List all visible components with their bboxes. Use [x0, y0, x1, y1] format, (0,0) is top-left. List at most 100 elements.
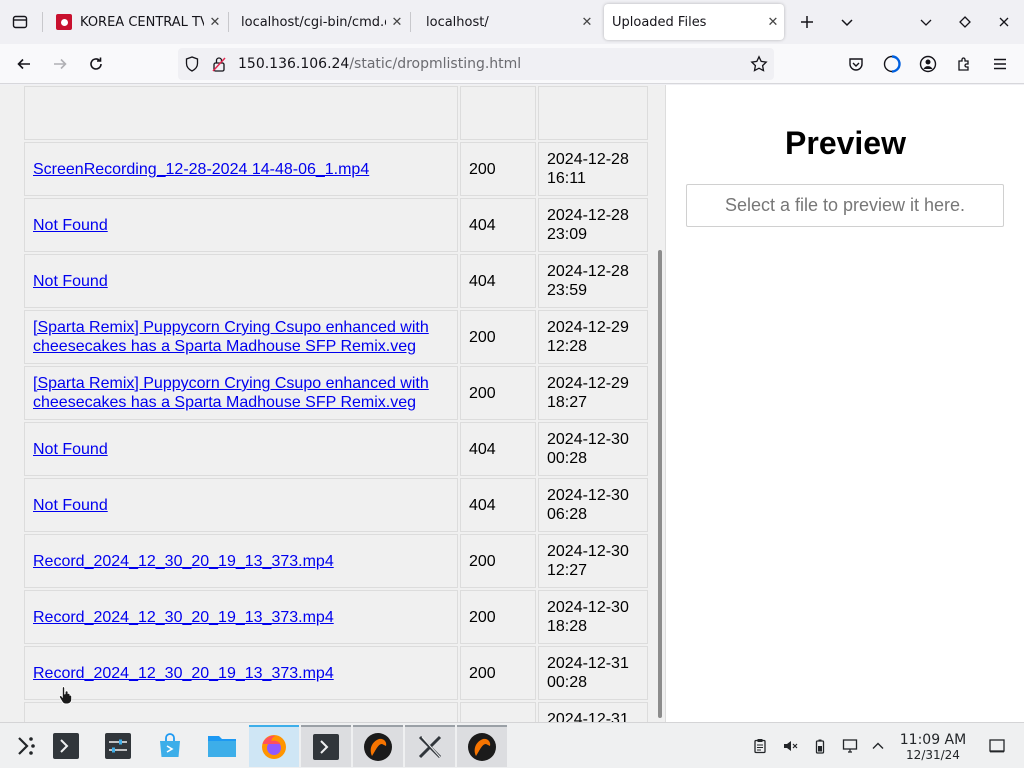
file-name-cell: Record_2024_12_30_20_19_13_373.mp4	[24, 646, 458, 700]
timestamp-cell: 2024-12-30 12:27	[538, 534, 648, 588]
timestamp-time: 16:11	[547, 170, 586, 187]
digital-clock[interactable]: 11:09 AM 12/31/24	[894, 732, 972, 762]
close-icon[interactable]: ✕	[386, 15, 408, 30]
task-firefox[interactable]	[249, 725, 299, 767]
file-link[interactable]: [Sparta Remix] Puppycorn Crying Csupo en…	[33, 375, 429, 411]
window-minimize-button[interactable]	[914, 10, 938, 34]
network-wired-icon[interactable]	[840, 736, 860, 756]
tab-localhost[interactable]: localhost/ ✕	[418, 4, 598, 40]
hamburger-menu-icon	[994, 58, 1006, 70]
timestamp-time: 12:28	[547, 338, 588, 355]
file-link[interactable]: Not Found	[33, 217, 108, 234]
battery-icon[interactable]	[810, 736, 830, 756]
extension-button[interactable]	[880, 52, 904, 76]
close-icon[interactable]: ✕	[576, 15, 598, 30]
table-row: ScreenRecording_12-28-2024 14-48-06_1.mp…	[24, 142, 648, 196]
clipboard-icon[interactable]	[750, 736, 770, 756]
timestamp-date: 2024-12-31	[547, 711, 629, 722]
arrow-left-icon	[17, 58, 30, 70]
orange-crescent-app-icon	[364, 733, 392, 761]
scrollbar[interactable]	[654, 85, 665, 722]
file-name-cell: Not Found	[24, 422, 458, 476]
new-tab-button[interactable]	[795, 10, 819, 34]
back-button[interactable]	[12, 52, 36, 76]
tab-cmd[interactable]: localhost/cgi-bin/cmd.c ✕	[234, 4, 408, 40]
file-link[interactable]: Record_2024_12_30_20_19_13_373.mp4	[33, 553, 334, 570]
task-system-settings[interactable]	[93, 725, 143, 767]
table-row: Not Found 404 2024-12-30 00:28	[24, 422, 648, 476]
file-list-pane[interactable]: ScreenRecording_12-28-2024 14-48-06_1.mp…	[0, 85, 666, 722]
task-terminal[interactable]	[41, 725, 91, 767]
preview-placeholder: Select a file to preview it here.	[686, 184, 1004, 227]
window-maximize-button[interactable]	[953, 10, 977, 34]
file-link[interactable]: Not Found	[33, 497, 108, 514]
file-link[interactable]: ScreenRecording_12-28-2024 14-48-06_1.mp…	[33, 161, 369, 178]
file-name-cell: Record_2024_12_30_20_19_13_373.mp4	[24, 534, 458, 588]
page-content: ScreenRecording_12-28-2024 14-48-06_1.mp…	[0, 85, 1024, 722]
show-desktop-icon[interactable]	[987, 736, 1007, 756]
insecure-lock-icon[interactable]	[206, 56, 232, 72]
tab-title: localhost/cgi-bin/cmd.c	[241, 14, 386, 30]
status-code-cell: 404	[460, 478, 536, 532]
close-icon[interactable]: ✕	[204, 15, 226, 30]
discover-bag-icon	[160, 733, 180, 757]
file-link[interactable]: Record_2024_12_30_20_19_13_373.mp4	[33, 609, 334, 626]
task-terminal-running[interactable]	[301, 725, 351, 767]
task-discover[interactable]	[145, 725, 195, 767]
pocket-button[interactable]	[844, 52, 868, 76]
extensions-button[interactable]	[952, 52, 976, 76]
file-name-cell: Not Found	[24, 254, 458, 308]
status-code-cell: 200	[460, 534, 536, 588]
tab-uploaded-files[interactable]: Uploaded Files ✕	[604, 4, 784, 40]
account-icon	[919, 55, 937, 73]
table-row: Not Found 404 2024-12-28 23:59	[24, 254, 648, 308]
tab-list-icon	[12, 15, 28, 29]
timestamp-cell: 2024-12-30 00:28	[538, 422, 648, 476]
table-row: Not Found4042024-12-3106:28	[24, 702, 648, 722]
volume-muted-icon[interactable]	[780, 736, 800, 756]
terminal-icon	[313, 734, 339, 760]
table-row: Record_2024_12_30_20_19_13_373.mp4 200 202…	[24, 534, 648, 588]
tab-separator	[42, 12, 43, 32]
task-app-orange-2[interactable]	[457, 725, 507, 767]
table-row: Not Found 404 2024-12-28 23:09	[24, 198, 648, 252]
account-button[interactable]	[916, 52, 940, 76]
task-app-orange-1[interactable]	[353, 725, 403, 767]
file-link[interactable]: Not Found	[33, 273, 108, 290]
status-code-cell: 404	[460, 702, 536, 722]
timestamp-time: 18:27	[547, 394, 588, 411]
reload-button[interactable]	[84, 52, 108, 76]
tab-list-button[interactable]	[0, 0, 40, 44]
timestamp-date: 2024-12-30	[547, 599, 629, 616]
timestamp-cell: 2024-12-30 18:28	[538, 590, 648, 644]
file-link[interactable]: Not Found	[33, 441, 108, 458]
status-code-cell: 404	[460, 422, 536, 476]
window-close-button[interactable]	[992, 10, 1016, 34]
status-code-cell: 404	[460, 254, 536, 308]
bookmark-star-icon[interactable]	[750, 55, 768, 77]
timestamp-time: 06:28	[547, 506, 588, 523]
system-tray-expand-icon[interactable]	[868, 736, 888, 756]
puzzle-icon	[958, 57, 969, 71]
task-file-manager[interactable]	[197, 725, 247, 767]
close-icon[interactable]: ✕	[762, 15, 784, 30]
scrollbar-thumb[interactable]	[658, 250, 662, 718]
file-name-cell: ScreenRecording_12-28-2024 14-48-06_1.mp…	[24, 142, 458, 196]
forward-button[interactable]	[48, 52, 72, 76]
tab-title: Uploaded Files	[612, 14, 707, 30]
app-menu-button[interactable]	[988, 52, 1012, 76]
tab-korea-central-tv[interactable]: KOREA CENTRAL TV ✕	[50, 4, 226, 40]
timestamp-cell: 2024-12-28 16:11	[538, 142, 648, 196]
timestamp-date: 2024-12-30	[547, 431, 629, 448]
file-link[interactable]: [Sparta Remix] Puppycorn Crying Csupo en…	[33, 319, 429, 355]
shield-icon[interactable]	[178, 56, 206, 72]
url-host: 150.136.106.24	[238, 56, 350, 72]
list-all-tabs-button[interactable]	[835, 10, 859, 34]
status-code-cell: 200	[460, 590, 536, 644]
timestamp-date: 2024-12-30	[547, 543, 629, 560]
url-bar[interactable]: 150.136.106.24/static/dropmlisting.html	[178, 48, 774, 80]
table-row: Not Found 404 2024-12-30 06:28	[24, 478, 648, 532]
timestamp-time: 23:09	[547, 226, 588, 243]
task-x-app[interactable]	[405, 725, 455, 767]
file-link[interactable]: Record_2024_12_30_20_19_13_373.mp4	[33, 665, 334, 682]
